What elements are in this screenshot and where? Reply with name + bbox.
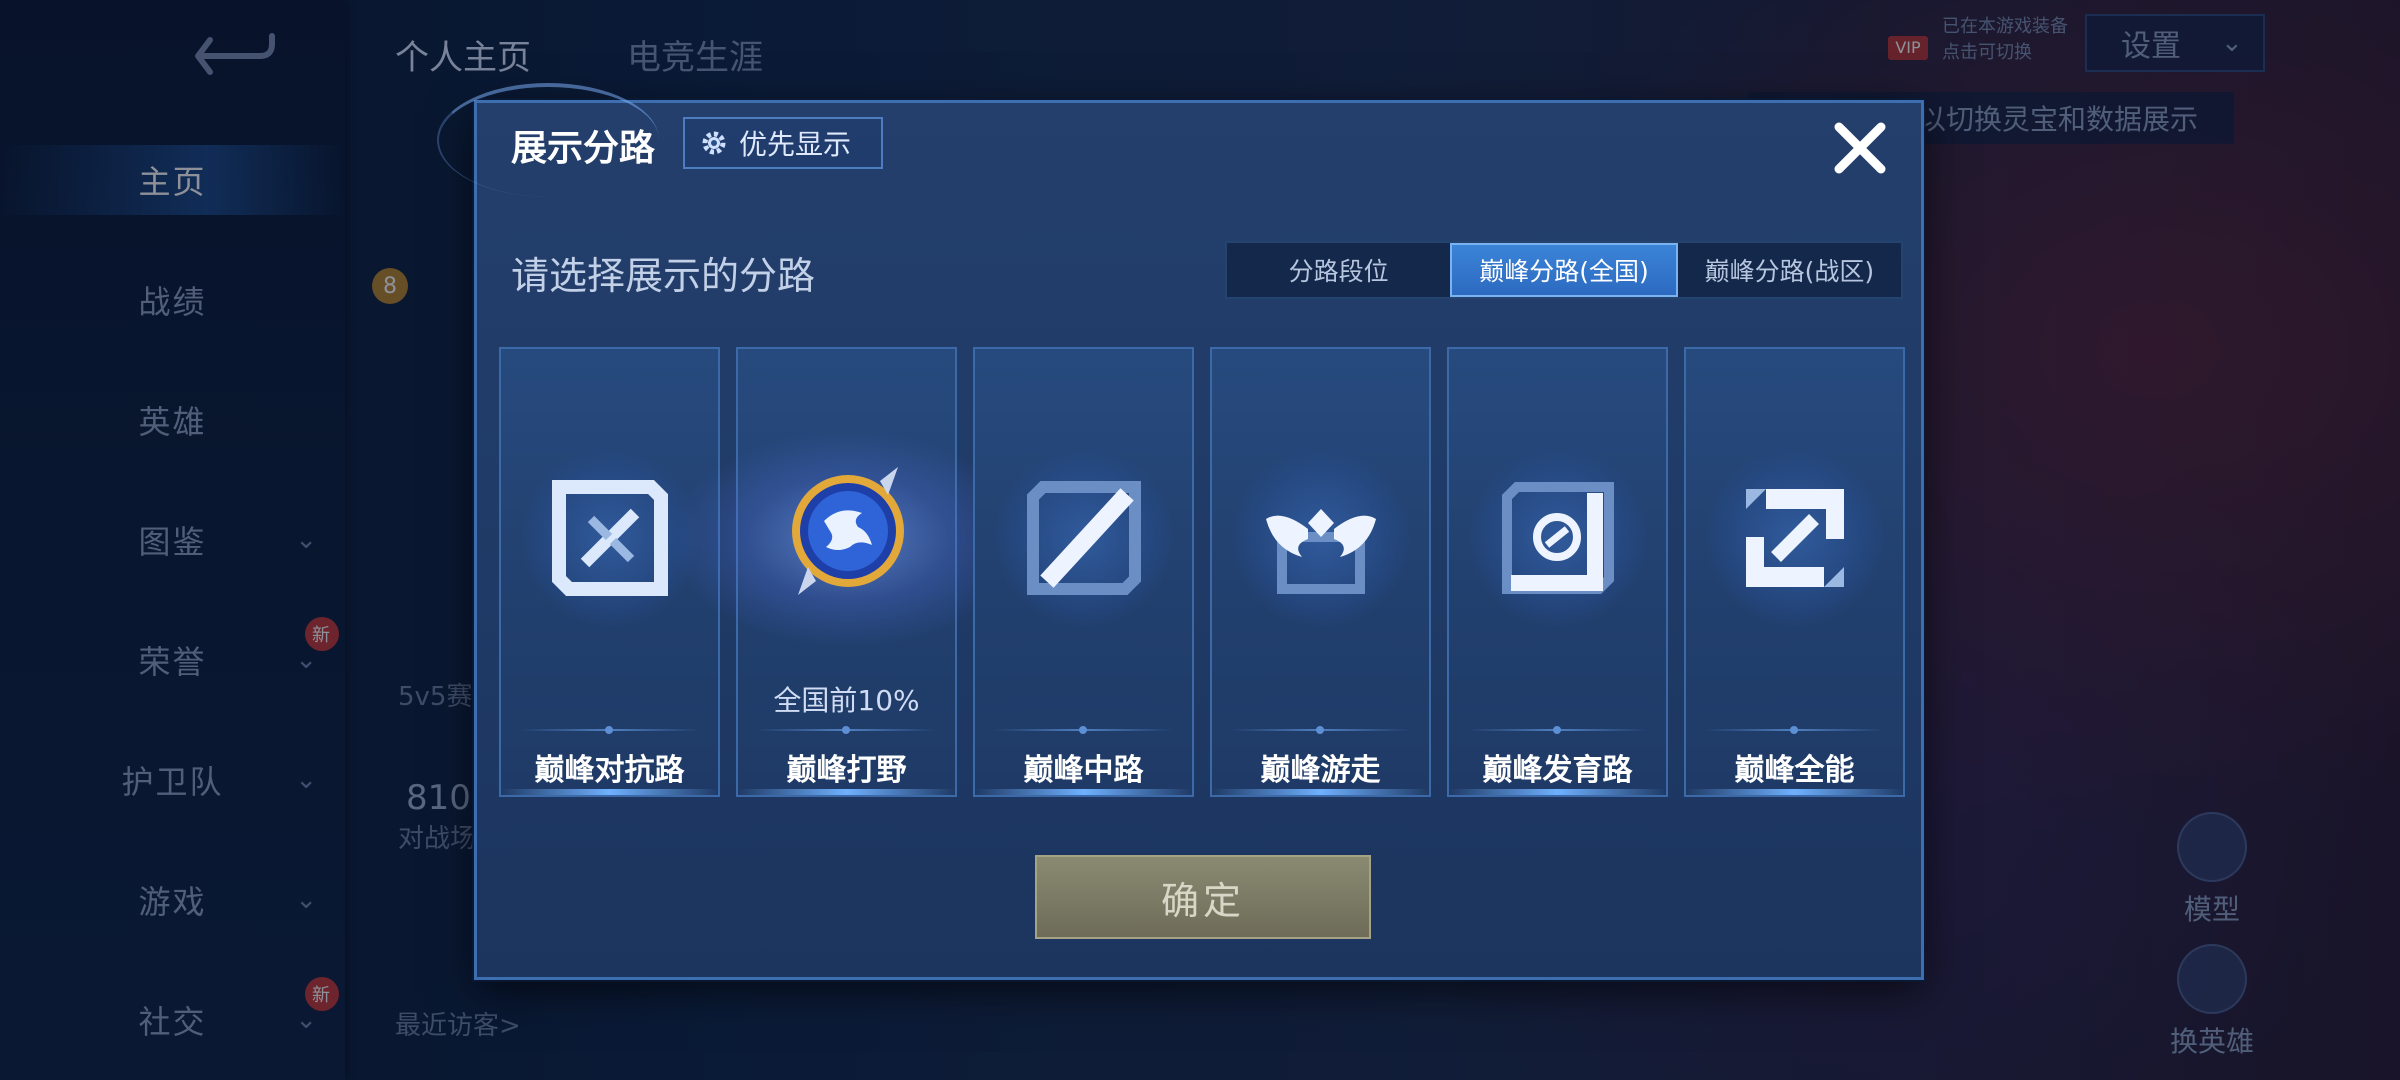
lane-cards: 巅峰对抗路 全国前10% 巅峰打野 巅峰中路 巅峰游走 巅峰发育路 巅峰全能 xyxy=(499,347,1905,797)
tab-lane-rank[interactable]: 分路段位 xyxy=(1227,243,1450,297)
lane-card-allround[interactable]: 巅峰全能 xyxy=(1684,347,1905,797)
confirm-button[interactable]: 确定 xyxy=(1035,855,1371,939)
lane-label: 巅峰全能 xyxy=(1734,753,1855,788)
lane-card-mid[interactable]: 巅峰中路 xyxy=(973,347,1194,797)
priority-display-button[interactable]: 优先显示 xyxy=(683,117,883,169)
card-divider-dot xyxy=(1790,726,1798,734)
tab-peak-lane-national[interactable]: 巅峰分路(全国) xyxy=(1450,243,1678,297)
lane-label: 巅峰中路 xyxy=(1023,753,1144,788)
dialog-subtitle: 请选择展示的分路 xyxy=(511,254,816,298)
lane-display-dialog: 展示分路 优先显示 请选择展示的分路 分路段位 巅峰分路(全国) 巅峰分路(战区… xyxy=(437,83,1924,980)
gear-icon xyxy=(702,131,726,155)
priority-label: 优先显示 xyxy=(739,128,852,161)
mid-lane-icon xyxy=(1027,481,1141,595)
rank-text: 全国前10% xyxy=(773,684,920,717)
clash-lane-icon xyxy=(552,480,668,596)
all-round-icon xyxy=(1746,489,1844,587)
lane-card-farm[interactable]: 巅峰发育路 xyxy=(1447,347,1668,797)
lane-label: 巅峰打野 xyxy=(786,753,907,788)
ranking-scope-tabs: 分路段位 巅峰分路(全国) 巅峰分路(战区) xyxy=(1225,241,1903,299)
tab-peak-lane-region[interactable]: 巅峰分路(战区) xyxy=(1678,243,1901,297)
lane-card-roam[interactable]: 巅峰游走 xyxy=(1210,347,1431,797)
lane-card-jungle[interactable]: 全国前10% 巅峰打野 xyxy=(668,347,1028,797)
card-divider-dot xyxy=(1553,726,1561,734)
roam-wings-icon xyxy=(1266,509,1376,594)
card-divider-dot xyxy=(1316,726,1324,734)
farm-lane-icon xyxy=(1502,482,1614,594)
lane-label: 巅峰游走 xyxy=(1260,753,1381,788)
jungle-dragon-emblem-icon xyxy=(792,467,904,595)
dialog-title: 展示分路 xyxy=(511,128,656,169)
lane-label: 巅峰对抗路 xyxy=(534,753,685,788)
card-divider-dot xyxy=(1079,726,1087,734)
close-icon[interactable] xyxy=(1827,115,1893,181)
card-divider-dot xyxy=(605,726,613,734)
lane-label: 巅峰发育路 xyxy=(1482,753,1633,788)
card-divider-dot xyxy=(842,726,850,734)
